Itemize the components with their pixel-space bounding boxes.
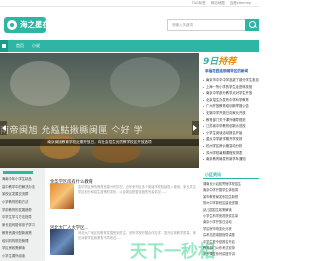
list-item[interactable]: 小学生课外阅读 bbox=[2, 253, 42, 261]
banner-headline: 南帝闽旭 允紭鮕揪縣闽匰 亽好 学 bbox=[0, 126, 144, 136]
right-sidebar: 小区资讯 湖南长沙启航寄宿学校招生 南京中学开展学生体验周 某市教育局发布招生新… bbox=[203, 168, 259, 261]
banner-next-arrow-icon[interactable] bbox=[192, 121, 199, 135]
search-input[interactable]: 请输入关键词 bbox=[167, 19, 245, 31]
hot-badge: 9日持荐 bbox=[203, 57, 236, 67]
article-thumbnail[interactable] bbox=[50, 229, 74, 255]
list-item[interactable]: 教育资源分配新政策 bbox=[2, 230, 42, 238]
list-item[interactable]: 杭州学区房价格变动分析 bbox=[203, 143, 259, 150]
top-bar: TAG标签 网站地图 百度sitemap bbox=[0, 0, 259, 7]
article-card[interactable]: 河北大厂人大学区... 河北大厂地区的教育发展受到关注，多所学校开展合作办学，提… bbox=[45, 214, 215, 261]
banner-bokeh bbox=[110, 57, 180, 107]
banner-caption[interactable]: 南京闽旭教育学校近期开放日，向社会招生优质教学校区开放选项 bbox=[0, 139, 199, 146]
list-item[interactable]: 无锡中学开放日向家长开放 bbox=[203, 110, 259, 117]
list-item[interactable]: 学区房政策解读 bbox=[2, 245, 42, 253]
nav-item-home[interactable]: 首页 bbox=[14, 40, 26, 52]
hot-list: 南京市中华中学选拔了部分学生参加 上海一所小学的学生走进科技馆 南京中学部分教学… bbox=[203, 77, 259, 163]
list-item[interactable]: 培训机构规范管理 bbox=[2, 238, 42, 246]
list-item[interactable]: 小学教育的新方法 bbox=[2, 199, 42, 207]
site-logo[interactable]: 海之星在线 bbox=[4, 17, 58, 33]
list-item[interactable]: 中学生学习方法指导 bbox=[2, 214, 42, 222]
list-item[interactable]: 小学生阅读活动报名开始 bbox=[203, 130, 259, 137]
list-item[interactable]: 上海一所小学的学生走进科技馆 bbox=[203, 84, 259, 91]
list-item[interactable]: 海南今年小学生精品 bbox=[2, 176, 42, 184]
list-item[interactable]: 广州开放教育培训新举措公告 bbox=[203, 103, 259, 110]
hot-lead-link[interactable]: 幸福花园连锁辅导区的新闻 bbox=[205, 69, 248, 74]
hot-badge-number: 9日 bbox=[203, 57, 219, 67]
article-thumbnail[interactable] bbox=[50, 183, 74, 209]
list-item[interactable]: 北京招生办发布中学科学教育 bbox=[203, 97, 259, 104]
article-summary: 金华学区房的教育资源分布情况，近年来市区多个新建学校陆续投入使用，家长关注学区划… bbox=[78, 185, 196, 194]
logo-mark-icon bbox=[7, 20, 17, 30]
list-item[interactable]: 家长如何陪伴孩子学习 bbox=[2, 222, 42, 230]
hot-badge-text: 持荐 bbox=[218, 57, 237, 67]
left-list: 海南今年小学生精品 高中教学中的解决办法 某校区发展交流群 小学教育的新方法 学… bbox=[2, 176, 42, 261]
list-item[interactable]: 某校区发展交流群 bbox=[2, 191, 42, 199]
top-links: TAG标签 网站地图 百度sitemap bbox=[188, 1, 251, 6]
list-item[interactable]: 高中教学中的解决办法 bbox=[2, 184, 42, 192]
hero-banner[interactable]: 南帝闽旭 允紭鮕揪縣闽匰 亽好 学 南京闽旭教育学校近期开放日，向社会招生优质教… bbox=[0, 53, 199, 168]
article-feed: 金华学区房有什么教育 金华学区房的教育资源分布情况，近年来市区多个新建学校陆续投… bbox=[45, 168, 215, 261]
left-sidebar: 海南今年小学生精品 高中教学中的解决办法 某校区发展交流群 小学教育的新方法 学… bbox=[0, 168, 45, 261]
list-item[interactable]: 南京中学部分教学点对学生开放 bbox=[203, 90, 259, 97]
list-item[interactable]: 教育部门关于课外辅导规范 bbox=[203, 117, 259, 124]
baidu-sitemap-link[interactable]: 百度sitemap bbox=[230, 1, 251, 5]
home-icon[interactable] bbox=[0, 40, 8, 52]
tag-link[interactable]: TAG标签 bbox=[192, 1, 206, 5]
list-item[interactable]: 重点中学新学期开学安排 bbox=[203, 136, 259, 143]
article-card[interactable]: 金华学区房有什么教育 金华学区房的教育资源分布情况，近年来市区多个新建学校陆续投… bbox=[45, 168, 203, 212]
header: 海之星在线 请输入关键词 bbox=[0, 7, 259, 40]
nav-item-novel[interactable]: 小说 bbox=[30, 40, 42, 52]
list-item[interactable]: 南京市中华中学选拔了部分学生参加 bbox=[203, 77, 259, 84]
banner-bokeh bbox=[10, 61, 70, 106]
search-button[interactable] bbox=[245, 19, 259, 31]
right-list: 湖南长沙启航寄宿学校招生 南京中学开展学生体验周 某市教育局发布招生新规 常州中… bbox=[203, 181, 259, 258]
main-nav: 首页 小说 bbox=[0, 40, 259, 52]
left-sidebar-accent bbox=[3, 171, 33, 174]
list-item[interactable]: 学前教育的发展趋势 bbox=[2, 207, 42, 215]
logo-text: 海之星在线 bbox=[20, 20, 58, 29]
sitemap-link[interactable]: 网站地图 bbox=[211, 1, 225, 5]
banner-prev-arrow-icon[interactable] bbox=[0, 121, 7, 135]
hot-recommend-panel: 9日持荐 幸福花园连锁辅导区的新闻 南京市中华中学选拔了部分学生参加 上海一所小… bbox=[203, 53, 259, 168]
list-item[interactable]: 苏州学校暑期课程安排表 bbox=[203, 150, 259, 157]
divider bbox=[203, 178, 259, 179]
list-item[interactable]: 江苏省中学教育创新示范校 bbox=[203, 123, 259, 130]
list-item[interactable]: 家长课堂系列讲座开讲 bbox=[203, 251, 259, 257]
list-item[interactable]: 南京教育局发布新学年通知 bbox=[203, 156, 259, 163]
